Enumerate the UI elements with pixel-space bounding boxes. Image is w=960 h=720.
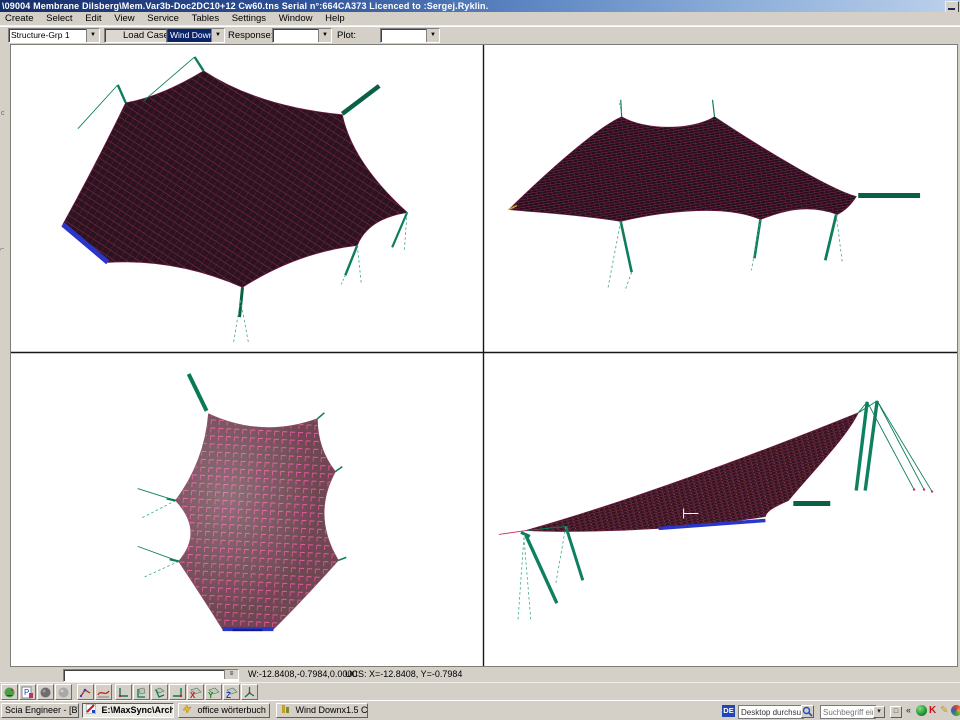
tray-green-ball-icon[interactable] <box>916 705 927 716</box>
archive-app-icon <box>86 704 96 714</box>
menu-window[interactable]: Window <box>274 12 318 25</box>
structure-group-combo[interactable]: Structure-Grp 1 ▼ <box>8 28 100 43</box>
view-perspective[interactable] <box>499 401 933 621</box>
titlebar: \09004 Membrane Dilsberg\Mem.Var3b-Doc2D… <box>0 0 960 12</box>
dictionary-app-icon <box>182 704 192 714</box>
status-bar: ≡ W:-12.8408,-0.7984,0.0000 UCS: X=-12.8… <box>0 668 960 681</box>
menu-service[interactable]: Service <box>142 12 184 25</box>
response-value <box>275 29 318 42</box>
command-input[interactable]: ≡ <box>63 669 239 682</box>
chevron-down-icon[interactable]: ▼ <box>211 29 224 42</box>
point-labels-icon[interactable]: P <box>19 684 36 700</box>
document-app-icon <box>280 704 290 714</box>
menu-view[interactable]: View <box>109 12 139 25</box>
svg-text:X: X <box>190 691 196 699</box>
tray-pencil-icon[interactable]: ✎ <box>940 705 951 716</box>
search-icon[interactable] <box>801 705 814 718</box>
view-plan-rotated[interactable] <box>138 374 347 630</box>
tray-collapse-icon[interactable]: « <box>906 705 911 715</box>
response-combo[interactable]: ▼ <box>272 28 332 43</box>
sphere-light-icon[interactable] <box>55 684 72 700</box>
minimize-icon <box>948 8 955 10</box>
response-label: Response: <box>228 30 273 41</box>
toolbar: Structure-Grp 1 ▼ Load Case: Wind Down15… <box>0 26 960 44</box>
taskbar-item-scia[interactable]: Scia Engineer - [BV Dilsb... <box>1 703 79 718</box>
application-window: \09004 Membrane Dilsberg\Mem.Var3b-Doc2D… <box>0 0 960 720</box>
command-expand-icon[interactable]: ≡ <box>224 670 238 679</box>
view-plane-z-icon[interactable]: Z <box>223 684 240 700</box>
view-plane-y-icon[interactable]: Y <box>205 684 222 700</box>
language-indicator[interactable]: DE <box>722 705 735 717</box>
local-axes-icon[interactable] <box>77 684 94 700</box>
menu-settings[interactable]: Settings <box>227 12 271 25</box>
plot-combo[interactable]: ▼ <box>380 28 440 43</box>
view-right-icon[interactable] <box>169 684 186 700</box>
view-plane-x-icon[interactable]: X <box>187 684 204 700</box>
chevron-down-icon[interactable]: ▼ <box>86 29 99 42</box>
cursor-coordinates: W:-12.8408,-0.7984,0.0000 <box>248 668 357 681</box>
menubar: Create Select Edit View Service Tables S… <box>0 12 960 26</box>
spline-icon[interactable] <box>95 684 112 700</box>
left-dock-strip: c ⌐ <box>0 44 10 667</box>
menu-select[interactable]: Select <box>41 12 77 25</box>
load-case-label: Load Case: <box>123 30 172 41</box>
taskbar: Scia Engineer - [BV Dilsb... E:\MaxSync\… <box>0 700 960 720</box>
desktop-search-input[interactable] <box>738 705 804 719</box>
plot-value <box>383 29 426 42</box>
svg-text:P: P <box>24 688 29 697</box>
viewport-canvas <box>11 45 957 666</box>
view-axonometric-icon[interactable] <box>241 684 258 700</box>
chevron-down-icon[interactable]: ▼ <box>318 29 331 42</box>
view-front-icon[interactable] <box>115 684 132 700</box>
structure-group-value: Structure-Grp 1 <box>11 29 86 42</box>
tray-k-icon[interactable]: K <box>929 705 940 716</box>
menu-help[interactable]: Help <box>320 12 350 25</box>
view-toolbar: P X Y Z <box>0 682 960 701</box>
ucs-coordinates: UCS: X=-12.8408, Y=-0.7984 <box>345 668 462 681</box>
tray-color-sphere-icon[interactable] <box>951 705 960 716</box>
search-dropdown-icon[interactable]: ▾ <box>873 706 885 718</box>
menu-create[interactable]: Create <box>0 12 39 25</box>
taskbar-item-maxsync[interactable]: E:\MaxSync\Archiv\A... <box>82 703 174 718</box>
sphere-dark-icon[interactable] <box>37 684 54 700</box>
membrane-surface <box>509 117 856 222</box>
taskbar-item-winddown[interactable]: Wind Downx1.5 Cable F... <box>276 703 368 718</box>
svg-text:Y: Y <box>208 691 214 699</box>
search-term-input[interactable] <box>820 705 876 719</box>
window-title: \09004 Membrane Dilsberg\Mem.Var3b-Doc2D… <box>0 1 488 11</box>
plot-label: Plot: <box>337 30 356 41</box>
view-left-icon[interactable] <box>151 684 168 700</box>
load-case-combo[interactable]: Wind Down15 ▼ <box>166 28 225 43</box>
menu-tables[interactable]: Tables <box>187 12 224 25</box>
load-case-value: Wind Down15 <box>168 29 211 42</box>
search-window-icon[interactable]: □ <box>890 706 902 718</box>
chevron-down-icon[interactable]: ▼ <box>426 29 439 42</box>
view-elevation[interactable] <box>509 100 920 291</box>
view-plan[interactable] <box>63 57 407 343</box>
menu-edit[interactable]: Edit <box>80 12 106 25</box>
viewport-area[interactable] <box>10 44 958 667</box>
view-back-icon[interactable] <box>133 684 150 700</box>
svg-text:Z: Z <box>226 691 231 699</box>
taskbar-item-woerterbuch[interactable]: office wörterbuch pro <box>178 703 270 718</box>
render-sphere-icon[interactable] <box>1 684 18 700</box>
